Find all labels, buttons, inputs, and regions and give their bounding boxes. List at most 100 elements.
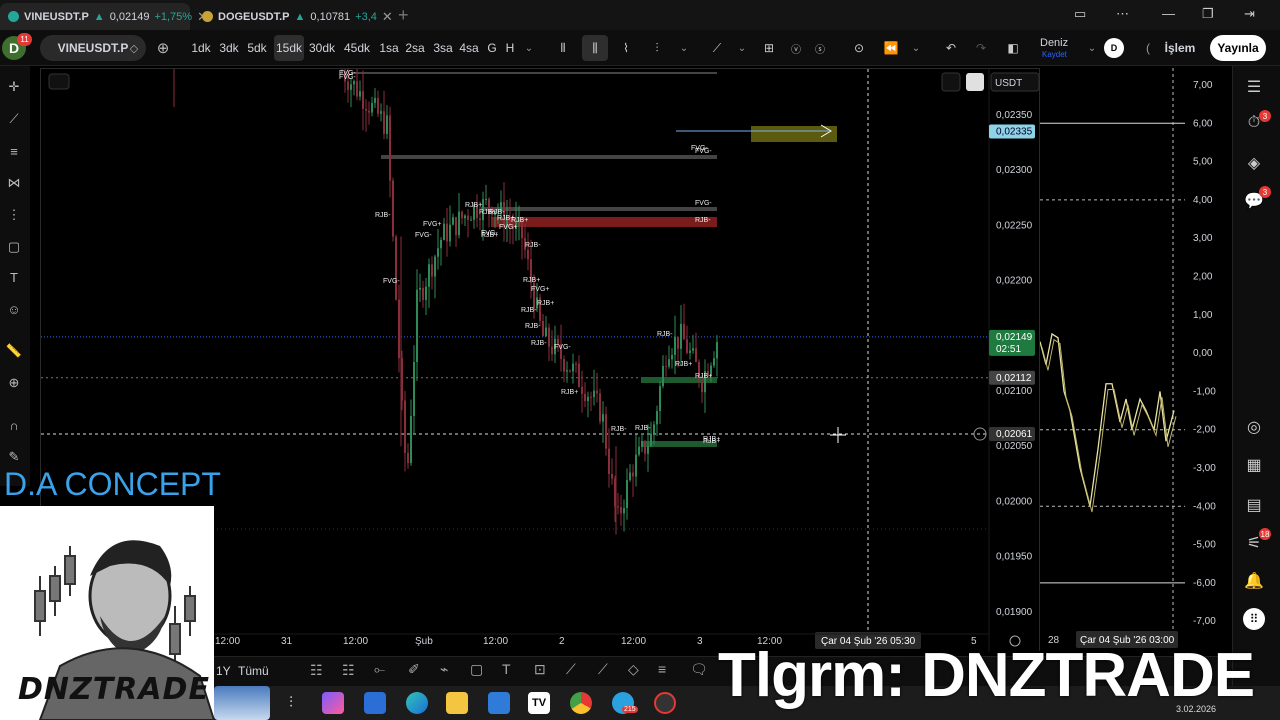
- magnet-icon[interactable]: ∩: [3, 414, 25, 436]
- interval-G[interactable]: G: [486, 35, 498, 61]
- save-label[interactable]: Kaydet: [1042, 50, 1067, 59]
- line-tool-icon[interactable]: ⟜: [374, 661, 385, 678]
- range-1y[interactable]: 1Y: [216, 664, 231, 678]
- compare-icon[interactable]: ⌇: [614, 35, 638, 61]
- tradingview-taskbar-icon[interactable]: TV: [528, 692, 550, 714]
- exit-icon[interactable]: ⇥: [1244, 6, 1255, 22]
- watchlist-icon[interactable]: ☰: [1243, 76, 1265, 98]
- bar-style-icon[interactable]: ⫴: [552, 35, 574, 61]
- ruler-icon[interactable]: 📏: [3, 340, 25, 362]
- v-circle-icon[interactable]: ⓥ: [786, 35, 806, 61]
- apps-grid-icon[interactable]: ⠿: [1243, 608, 1265, 630]
- text-icon[interactable]: T: [3, 266, 25, 288]
- auto-scale-button[interactable]: [966, 73, 984, 91]
- interval-5dk[interactable]: 5dk: [246, 35, 268, 61]
- note-icon[interactable]: ⊡: [534, 661, 546, 678]
- candle: [545, 316, 547, 337]
- text-tool-icon[interactable]: T: [502, 661, 511, 677]
- folder-icon[interactable]: [446, 692, 468, 714]
- list-icon[interactable]: ☷: [310, 662, 323, 679]
- interval-3dk[interactable]: 3dk: [218, 35, 240, 61]
- chevron-down-icon[interactable]: ⌄: [676, 35, 692, 61]
- zoom-icon[interactable]: ⊕: [3, 372, 25, 394]
- trade-button[interactable]: İşlem: [1160, 35, 1200, 61]
- horizontal-lines-icon[interactable]: ≡: [3, 140, 25, 162]
- restore-icon[interactable]: ❐: [1202, 6, 1214, 22]
- crosshair-icon[interactable]: ✛: [3, 76, 25, 98]
- add-symbol-icon[interactable]: ⊕: [152, 35, 174, 61]
- interval-1sa[interactable]: 1sa: [378, 35, 400, 61]
- chevron-down-icon[interactable]: ⌄: [520, 35, 538, 61]
- photos-icon[interactable]: [488, 692, 510, 714]
- candle: [485, 184, 487, 206]
- app-icon[interactable]: [654, 692, 676, 714]
- ruler-tool-icon[interactable]: ⟋: [598, 661, 608, 678]
- filter-icon[interactable]: ☷: [342, 662, 355, 679]
- templates-icon[interactable]: ⟋: [706, 35, 728, 61]
- chevron-down-icon[interactable]: ⌄: [1084, 35, 1100, 61]
- lock-draw-icon[interactable]: ✎: [3, 446, 25, 468]
- chrome-icon[interactable]: [570, 692, 592, 714]
- chevron-down-icon[interactable]: ⌄: [908, 35, 924, 61]
- interval-4sa[interactable]: 4sa: [458, 35, 480, 61]
- target-icon[interactable]: ◎: [1243, 416, 1265, 438]
- minimize-icon[interactable]: —: [1162, 6, 1175, 21]
- user-name[interactable]: Deniz: [1040, 37, 1068, 49]
- diamond-icon[interactable]: ◇: [124, 35, 144, 61]
- s-circle-icon[interactable]: ⓢ: [810, 35, 830, 61]
- pane-toggle-icon[interactable]: (: [1140, 35, 1156, 61]
- fib-icon[interactable]: ⋮: [3, 204, 25, 226]
- bell-icon[interactable]: 🔔: [1243, 570, 1265, 592]
- scroll-down-button[interactable]: [941, 72, 961, 92]
- desktop-preview[interactable]: [214, 686, 270, 720]
- rect-icon[interactable]: ▢: [470, 661, 483, 678]
- interval-2sa[interactable]: 2sa: [404, 35, 426, 61]
- edge-icon[interactable]: [406, 692, 428, 714]
- layers-icon[interactable]: ◈: [1243, 152, 1265, 174]
- widgets-taskbar-icon[interactable]: ⫶: [280, 692, 302, 714]
- alert-icon[interactable]: ⊙: [848, 35, 870, 61]
- interval-H[interactable]: H: [504, 35, 516, 61]
- interval-1dk[interactable]: 1dk: [190, 35, 212, 61]
- interval-3sa[interactable]: 3sa: [432, 35, 454, 61]
- calendar-icon[interactable]: ▦: [1243, 454, 1265, 476]
- interval-45dk[interactable]: 45dk: [342, 35, 372, 61]
- brush-icon[interactable]: ✐: [408, 661, 420, 678]
- interval-15dk[interactable]: 15dk: [274, 35, 304, 61]
- screener-icon[interactable]: ▤: [1243, 494, 1265, 516]
- browser-tab-vine[interactable]: VINEUSDT.P ▲ 0,02149 +1,75% ✕: [0, 3, 208, 30]
- new-tab-icon[interactable]: +: [398, 5, 409, 26]
- indicators-icon[interactable]: ⫶: [646, 35, 668, 61]
- range-all[interactable]: Tümü: [238, 664, 269, 678]
- undo-icon[interactable]: ↶: [940, 35, 962, 61]
- store-icon[interactable]: [364, 692, 386, 714]
- indicator-tick-label: -3,00: [1193, 463, 1216, 474]
- indicator-panel[interactable]: 7,00 6,00 5,00 4,00 3,00 2,00 1,00 0,00 -1,00 -2,…: [1039, 68, 1230, 651]
- candles-icon[interactable]: ⫼: [582, 35, 608, 61]
- user-initial-avatar[interactable]: D: [1104, 38, 1124, 58]
- copilot-icon[interactable]: [322, 692, 344, 714]
- more-icon[interactable]: ⋯: [1116, 6, 1129, 22]
- shape-icon[interactable]: ▢: [3, 236, 25, 258]
- candle: [383, 90, 385, 140]
- path-icon[interactable]: ⌁: [440, 661, 448, 678]
- comment-icon[interactable]: 🗨: [690, 661, 708, 678]
- layout-icon[interactable]: ▭: [1074, 6, 1086, 22]
- pattern-icon[interactable]: ⋈: [3, 172, 25, 194]
- browser-tab-doge[interactable]: DOGEUSDT.P ▲ 0,10781 +3,4 ✕: [194, 3, 393, 30]
- layout-grid-icon[interactable]: ⊞: [758, 35, 780, 61]
- measure-icon[interactable]: ⟋: [566, 661, 576, 678]
- redo-icon[interactable]: ↷: [970, 35, 992, 61]
- close-tab-icon[interactable]: ✕: [382, 9, 393, 25]
- hlines-icon[interactable]: ≡: [658, 661, 666, 677]
- publish-button[interactable]: Yayınla: [1210, 35, 1266, 61]
- emoji-icon[interactable]: ☺: [3, 298, 25, 320]
- indicator-canvas[interactable]: 7,00 6,00 5,00 4,00 3,00 2,00 1,00 0,00 -1,00 -2,…: [1039, 68, 1230, 651]
- collapse-legend-button[interactable]: [48, 73, 70, 90]
- replay-icon[interactable]: ⏪: [880, 35, 902, 61]
- ellipse-icon[interactable]: ◇: [628, 661, 639, 678]
- trend-line-icon[interactable]: ⟋: [3, 108, 25, 130]
- panel-icon[interactable]: ◧: [1002, 35, 1024, 61]
- chevron-down-icon[interactable]: ⌄: [734, 35, 750, 61]
- interval-30dk[interactable]: 30dk: [308, 35, 336, 61]
